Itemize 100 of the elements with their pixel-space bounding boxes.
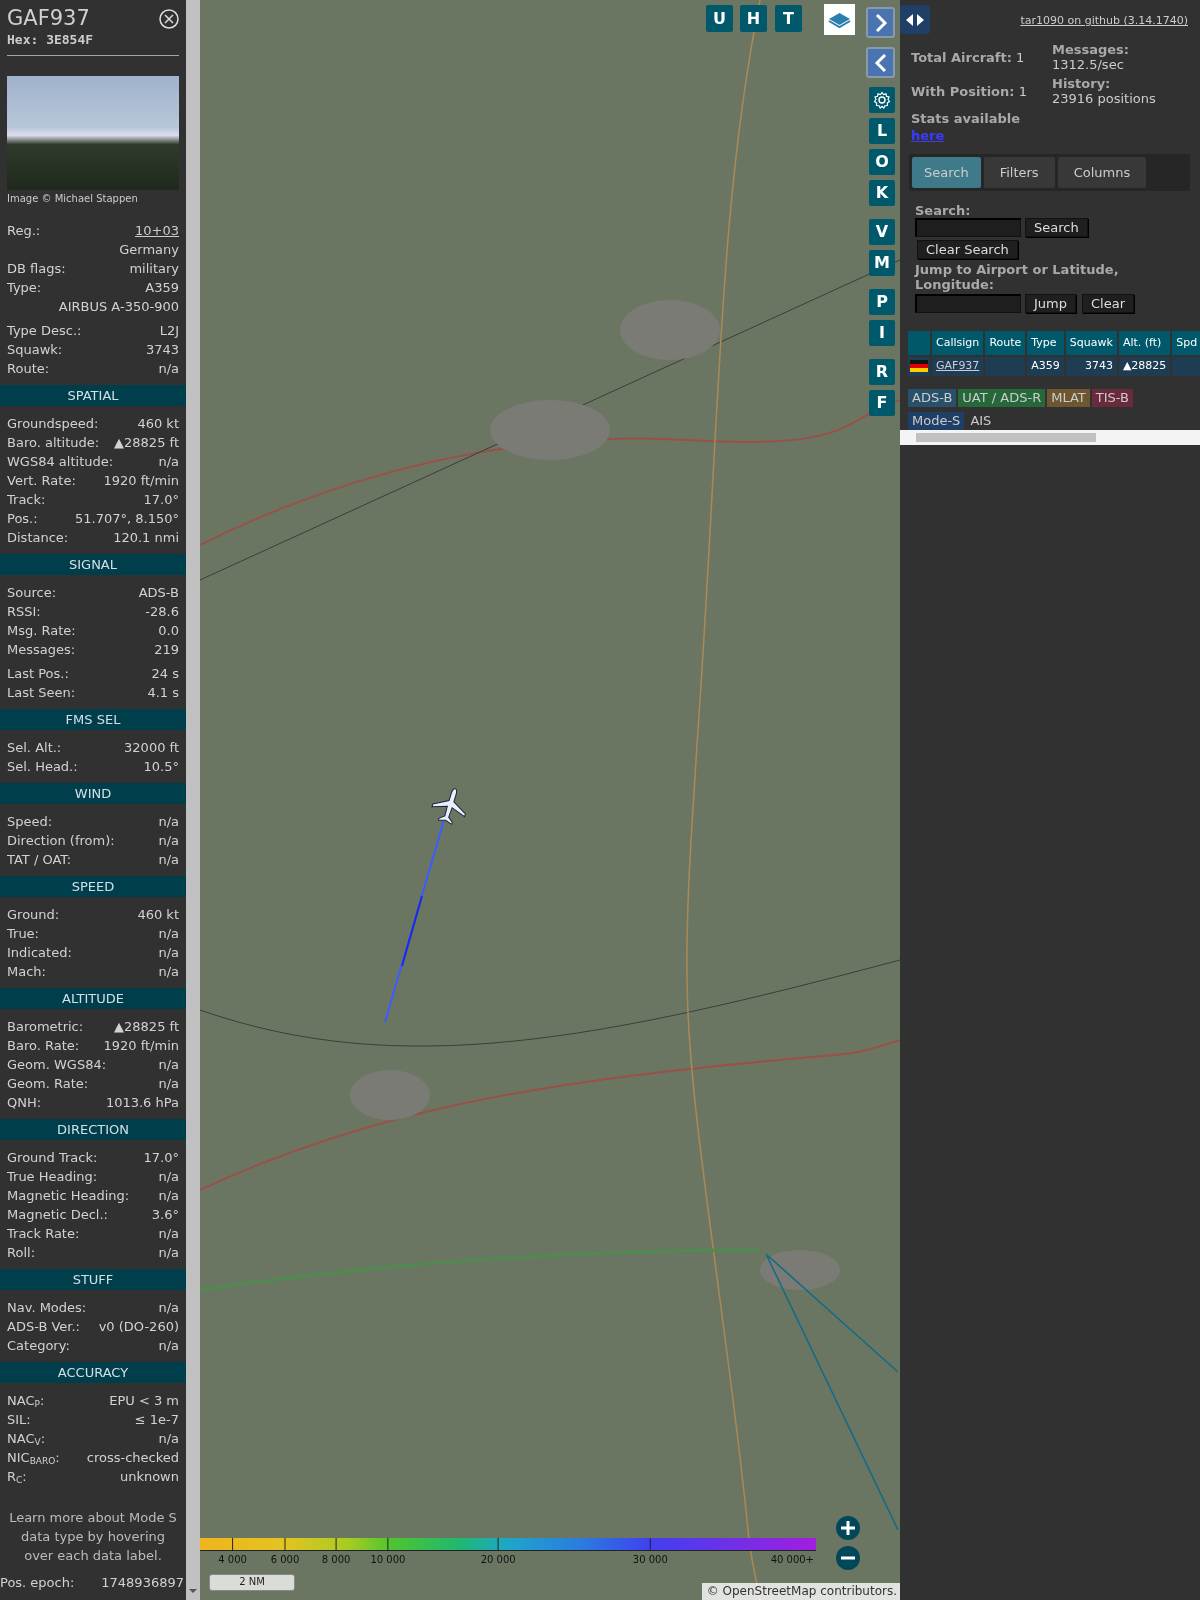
field-value: n/a — [158, 1244, 179, 1262]
search-button[interactable]: Search — [1025, 218, 1088, 237]
field-label: Reg.: — [7, 222, 41, 240]
field-label: Track Rate: — [7, 1225, 80, 1243]
column-header[interactable]: Route — [985, 330, 1026, 355]
source-tag: Mode-S — [908, 411, 965, 430]
field-value: 1920 ft/min — [103, 1037, 179, 1055]
search-field[interactable] — [915, 218, 1021, 237]
coordinates-field[interactable] — [915, 293, 1021, 313]
version-link[interactable]: tar1090 on github (3.14.1740) — [1020, 13, 1188, 30]
tab[interactable]: Columns — [1057, 156, 1147, 188]
left-right-arrows-icon — [905, 12, 925, 27]
field-label: SIL: — [7, 1411, 31, 1429]
close-icon[interactable] — [159, 9, 179, 29]
column-header[interactable]: Callsign — [932, 330, 984, 355]
clear-search-button[interactable]: Clear Search — [917, 240, 1018, 259]
expand-button[interactable] — [866, 7, 895, 38]
column-header[interactable]: Squawk — [1065, 330, 1117, 355]
field-value: A359 — [145, 279, 179, 297]
field-value: military — [129, 260, 179, 278]
field-label: WGS84 altitude: — [7, 453, 114, 471]
field-value: n/a — [158, 1337, 179, 1355]
column-header[interactable]: Spd — [1172, 330, 1200, 355]
field-label: Pos.: — [7, 510, 38, 528]
section-header: ALTITUDE — [0, 988, 186, 1009]
column-header[interactable]: Type — [1027, 330, 1064, 355]
settings-icon — [873, 91, 891, 109]
map-toggle-button[interactable]: U — [706, 5, 733, 32]
field-value: EPU < 3 m — [109, 1392, 179, 1410]
scale-bar: 2 NM — [209, 1574, 295, 1591]
photo-credit: Image © Michael Stappen — [7, 192, 139, 205]
field-value: n/a — [158, 1056, 179, 1074]
field-value: unknown — [119, 1468, 179, 1486]
field-value: AIRBUS A-350-900 — [58, 298, 179, 316]
field-label: Vert. Rate: — [7, 472, 76, 490]
map-toggle-button[interactable]: T — [775, 5, 802, 32]
field-value: 24 s — [151, 665, 179, 683]
field-label: Baro. Rate: — [7, 1037, 80, 1055]
map-toggle-button[interactable]: H — [740, 5, 767, 32]
field-value: ≤ 1e-7 — [134, 1411, 179, 1429]
field-value: n/a — [158, 963, 179, 981]
scroll-down-icon[interactable] — [188, 1588, 198, 1594]
horizontal-scrollbar[interactable] — [900, 430, 1200, 445]
map-toggle-button[interactable]: M — [869, 250, 895, 276]
registration-link[interactable]: 10+03 — [135, 221, 179, 240]
field-label: R$_{C}$: — [7, 1468, 27, 1486]
map-toggle-button[interactable]: V — [869, 219, 895, 245]
field-value: 17.0° — [143, 1149, 179, 1167]
clear-button[interactable]: Clear — [1082, 293, 1134, 313]
field-value: n/a — [158, 925, 179, 943]
section-header: STUFF — [0, 1269, 186, 1290]
field-label: Barometric: — [7, 1018, 84, 1036]
map-toggle-button[interactable]: R — [869, 359, 895, 385]
map-toggle-button[interactable]: F — [869, 390, 895, 416]
attribution-link[interactable]: OpenStreetMap — [722, 1584, 817, 1598]
field-label: Magnetic Heading: — [7, 1187, 130, 1205]
map-toggle-button[interactable]: I — [869, 320, 895, 346]
stat-text: With Position: 1 — [911, 84, 1028, 99]
field-label: Last Seen: — [7, 684, 76, 702]
column-header[interactable]: Alt. (ft) — [1118, 330, 1171, 355]
field-value: n/a — [158, 1225, 179, 1243]
section-header: WIND — [0, 783, 186, 804]
field-label: ADS-B Ver.: — [7, 1318, 80, 1336]
jump-button[interactable]: Jump — [1025, 293, 1076, 313]
zoom-in-icon[interactable] — [836, 1516, 860, 1540]
field-label: True: — [7, 925, 39, 943]
field-value: 1013.6 hPa — [105, 1094, 179, 1112]
stat-text: Stats available — [911, 111, 1022, 126]
map-toggle-button[interactable]: P — [869, 289, 895, 315]
table-cell: 3743 — [1065, 357, 1117, 376]
field-label: Mach: — [7, 963, 46, 981]
field-label: Squawk: — [7, 341, 63, 359]
section-header: FMS SEL — [0, 709, 186, 730]
field-value: n/a — [158, 851, 179, 869]
field-label: Groundspeed: — [7, 415, 99, 433]
map-toggle-button[interactable]: O — [869, 149, 895, 175]
field-value: 120.1 nmi — [113, 529, 179, 547]
field-value: 10.5° — [143, 758, 179, 776]
flag-icon — [910, 360, 928, 372]
collapse-button[interactable] — [866, 47, 895, 78]
tab[interactable]: Filters — [983, 156, 1055, 188]
field-label: Track: — [7, 491, 46, 509]
table-cell: ▲28825 — [1118, 357, 1171, 376]
altitude-label: 6 000 — [270, 1553, 300, 1567]
section-header: ACCURACY — [0, 1362, 186, 1383]
field-value: n/a — [158, 1299, 179, 1317]
field-value: ADS-B — [138, 584, 179, 602]
zoom-out-icon[interactable] — [836, 1546, 860, 1570]
map-toggle-button[interactable]: L — [869, 118, 895, 144]
scrollbar[interactable] — [186, 0, 200, 1600]
field-value: n/a — [158, 1187, 179, 1205]
help-text: Learn more about Mode S data type by hovering over each data label. — [8, 1509, 178, 1565]
settings-button[interactable] — [869, 87, 895, 113]
field-value: 1748936897 — [101, 1574, 184, 1592]
map-toggle-button[interactable]: K — [869, 180, 895, 206]
field-label: NAC$_{P}$: — [7, 1392, 45, 1410]
field-label: Sel. Head.: — [7, 758, 78, 776]
panel-toggle-button[interactable] — [900, 5, 930, 34]
layers-icon[interactable] — [824, 4, 855, 35]
field-label: Magnetic Decl.: — [7, 1206, 108, 1224]
